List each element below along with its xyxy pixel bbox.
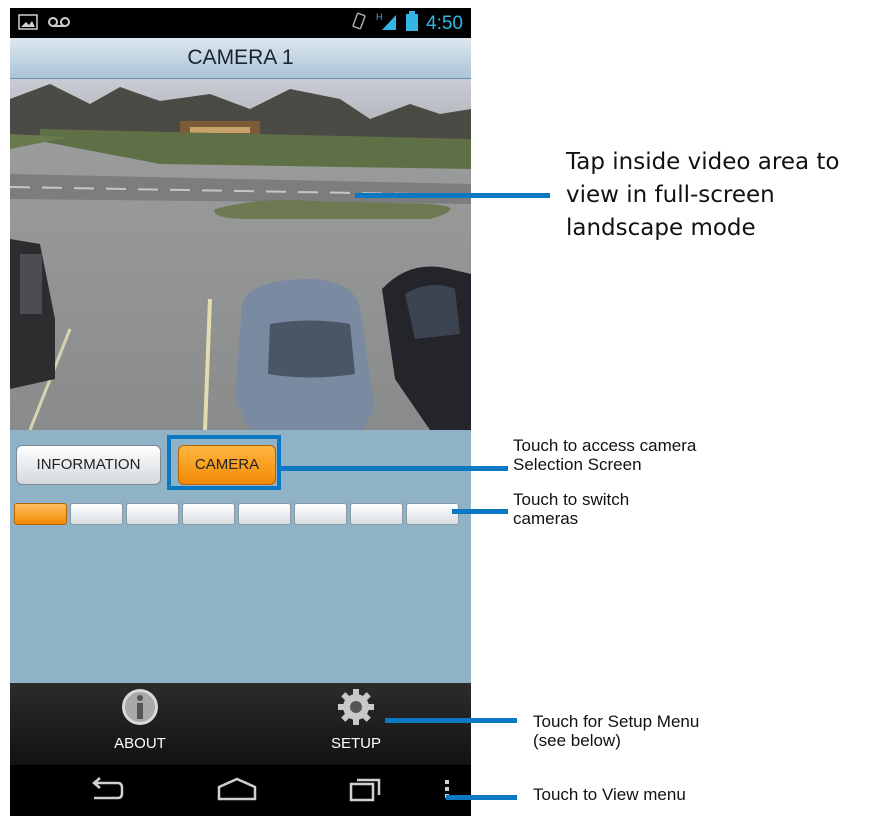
channel-button[interactable] xyxy=(238,503,291,525)
setup-label: SETUP xyxy=(330,735,381,752)
callout-line: Selection Screen xyxy=(513,455,642,474)
battery-icon xyxy=(406,11,419,37)
channel-button[interactable] xyxy=(182,503,235,525)
callout-line: Tap inside video area to xyxy=(566,149,840,175)
callout-line: landscape mode xyxy=(566,215,756,241)
camera-feed-image xyxy=(10,79,471,430)
about-button[interactable]: ABOUT xyxy=(80,687,200,752)
phone-screen: H 4:50 CAMERA 1 INFORMATION CAMERA ABOUT… xyxy=(10,8,471,816)
channel-button[interactable] xyxy=(126,503,179,525)
channel-button[interactable] xyxy=(70,503,123,525)
menu-callout-text: Touch to View menu xyxy=(533,785,686,804)
callout-line: (see below) xyxy=(533,731,621,750)
callout-line: cameras xyxy=(513,509,579,528)
android-nav-bar xyxy=(10,765,471,816)
gear-icon xyxy=(338,689,374,725)
info-icon xyxy=(122,689,158,725)
video-area[interactable] xyxy=(10,79,471,430)
home-icon[interactable] xyxy=(215,775,259,808)
setup-callout-text: Touch for Setup Menu (see below) xyxy=(533,712,699,750)
signal-icon: H xyxy=(376,11,398,37)
status-bar: H 4:50 xyxy=(10,8,471,38)
menu-callout-line xyxy=(446,795,517,800)
callout-line: Touch to View menu xyxy=(533,785,686,804)
callout-line: view in full-screen xyxy=(566,182,775,208)
camera-button-highlight xyxy=(167,435,281,490)
channels-callout-line xyxy=(452,509,508,514)
voicemail-icon xyxy=(48,15,70,34)
channel-button[interactable] xyxy=(14,503,67,525)
channel-selector xyxy=(14,503,459,525)
callout-line: Touch to access camera xyxy=(513,436,697,455)
back-icon[interactable] xyxy=(88,775,124,808)
callout-line: Touch to switch xyxy=(513,490,630,509)
vibrate-icon xyxy=(350,12,368,36)
camera-callout-text: Touch to access camera Selection Screen xyxy=(513,436,696,474)
status-time: 4:50 xyxy=(426,13,463,34)
video-callout-text: Tap inside video area to view in full-sc… xyxy=(566,146,839,245)
page-title: CAMERA 1 xyxy=(10,38,471,79)
bottom-toolbar: ABOUT SETUP xyxy=(10,683,471,765)
callout-line: Touch for Setup Menu xyxy=(533,712,700,731)
overflow-menu-icon[interactable] xyxy=(442,775,452,808)
image-icon xyxy=(18,14,38,35)
setup-callout-line xyxy=(385,718,517,723)
camera-callout-line xyxy=(280,466,508,471)
svg-text:H: H xyxy=(376,12,383,22)
recent-apps-icon[interactable] xyxy=(348,775,382,808)
video-callout-line xyxy=(355,193,550,198)
channels-callout-text: Touch to switch cameras xyxy=(513,490,629,528)
channel-button[interactable] xyxy=(350,503,403,525)
channel-button[interactable] xyxy=(406,503,459,525)
channel-button[interactable] xyxy=(294,503,347,525)
about-label: ABOUT xyxy=(114,735,166,752)
information-button[interactable]: INFORMATION xyxy=(16,445,161,485)
